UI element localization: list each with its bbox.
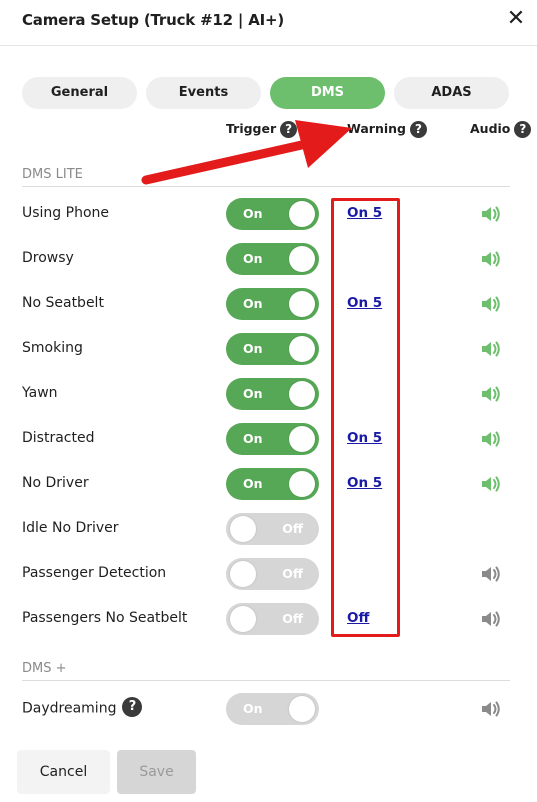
toggle-state-label: On [243, 296, 263, 311]
toggle-state-label: Off [282, 521, 303, 536]
toggle-state-label: On [243, 386, 263, 401]
row-label-text: Daydreaming [22, 700, 117, 717]
trigger-toggle: On [226, 693, 319, 725]
row-label: No Driver [22, 475, 89, 491]
row-label-text: Yawn [22, 385, 58, 401]
toggle-knob [289, 201, 315, 227]
speaker-icon[interactable] [480, 564, 502, 584]
speaker-icon[interactable] [480, 204, 502, 224]
speaker-icon[interactable] [480, 699, 502, 719]
row-label: Passengers No Seatbelt [22, 610, 187, 626]
annotation-arrow [141, 120, 352, 185]
trigger-toggle[interactable]: On [226, 423, 319, 455]
row-label-text: Distracted [22, 430, 95, 446]
row-label-text: Passengers No Seatbelt [22, 610, 188, 626]
tab-general[interactable]: General [22, 77, 137, 109]
dialog-header: Camera Setup (Truck #12 | AI+) ✕ [0, 0, 537, 46]
section-label-dms-lite: DMS LITE [22, 167, 83, 182]
help-icon[interactable]: ? [409, 121, 427, 138]
section-divider [22, 680, 510, 681]
save-button[interactable]: Save [117, 750, 196, 794]
row-label: Drowsy [22, 250, 74, 266]
trigger-toggle[interactable]: On [226, 198, 319, 230]
trigger-toggle[interactable]: Off [226, 558, 319, 590]
trigger-toggle[interactable]: On [226, 333, 319, 365]
row-label-text: No Seatbelt [22, 295, 104, 311]
tab-adas[interactable]: ADAS [394, 77, 509, 109]
toggle-knob [289, 291, 315, 317]
row-label-text: Using Phone [22, 205, 110, 221]
row-label: Using Phone [22, 205, 109, 221]
toggle-state-label: On [243, 476, 263, 491]
row-label: Yawn [22, 385, 58, 401]
row-label: No Seatbelt [22, 295, 104, 311]
trigger-toggle[interactable]: On [226, 243, 319, 275]
trigger-toggle[interactable]: On [226, 378, 319, 410]
toggle-knob [289, 426, 315, 452]
row-label-text: Passenger Detection [22, 565, 167, 581]
row-label-text: No Driver [22, 475, 89, 491]
row-label: Daydreaming? [22, 697, 143, 717]
speaker-icon[interactable] [480, 609, 502, 629]
tab-dms[interactable]: DMS [270, 77, 385, 109]
warning-column-highlight-box [331, 198, 400, 637]
toggle-knob [230, 561, 256, 587]
toggle-state-label: Off [282, 566, 303, 581]
tab-events[interactable]: Events [146, 77, 261, 109]
toggle-state-label: On [243, 701, 263, 716]
help-icon[interactable]: ? [122, 697, 143, 717]
row-label: Smoking [22, 340, 83, 356]
column-header-audio: Audio? [470, 121, 532, 138]
speaker-icon[interactable] [480, 429, 502, 449]
toggle-state-label: On [243, 251, 263, 266]
tab-bar: General Events DMS ADAS [22, 77, 512, 109]
section-label-dms-plus: DMS + [22, 661, 67, 676]
speaker-icon[interactable] [480, 339, 502, 359]
row-label: Passenger Detection [22, 565, 166, 581]
toggle-state-label: On [243, 431, 263, 446]
toggle-knob [230, 516, 256, 542]
row-label-text: Drowsy [22, 250, 74, 266]
toggle-state-label: On [243, 206, 263, 221]
trigger-toggle[interactable]: Off [226, 603, 319, 635]
toggle-knob [289, 381, 315, 407]
speaker-icon[interactable] [480, 249, 502, 269]
row-label-text: Smoking [22, 340, 83, 356]
toggle-knob [289, 336, 315, 362]
toggle-knob [289, 696, 315, 722]
row-label-text: Idle No Driver [22, 520, 119, 536]
speaker-icon[interactable] [480, 474, 502, 494]
toggle-knob [289, 471, 315, 497]
toggle-knob [230, 606, 256, 632]
close-icon[interactable]: ✕ [503, 6, 529, 32]
help-icon[interactable]: ? [514, 121, 532, 138]
toggle-state-label: On [243, 341, 263, 356]
trigger-toggle[interactable]: Off [226, 513, 319, 545]
toggle-state-label: Off [282, 611, 303, 626]
speaker-icon[interactable] [480, 294, 502, 314]
dialog-title: Camera Setup (Truck #12 | AI+) [22, 11, 285, 29]
row-label: Idle No Driver [22, 520, 119, 536]
trigger-toggle[interactable]: On [226, 468, 319, 500]
toggle-knob [289, 246, 315, 272]
row-label: Distracted [22, 430, 94, 446]
audio-header-label: Audio [470, 121, 511, 136]
speaker-icon[interactable] [480, 384, 502, 404]
cancel-button[interactable]: Cancel [17, 750, 110, 794]
trigger-toggle[interactable]: On [226, 288, 319, 320]
